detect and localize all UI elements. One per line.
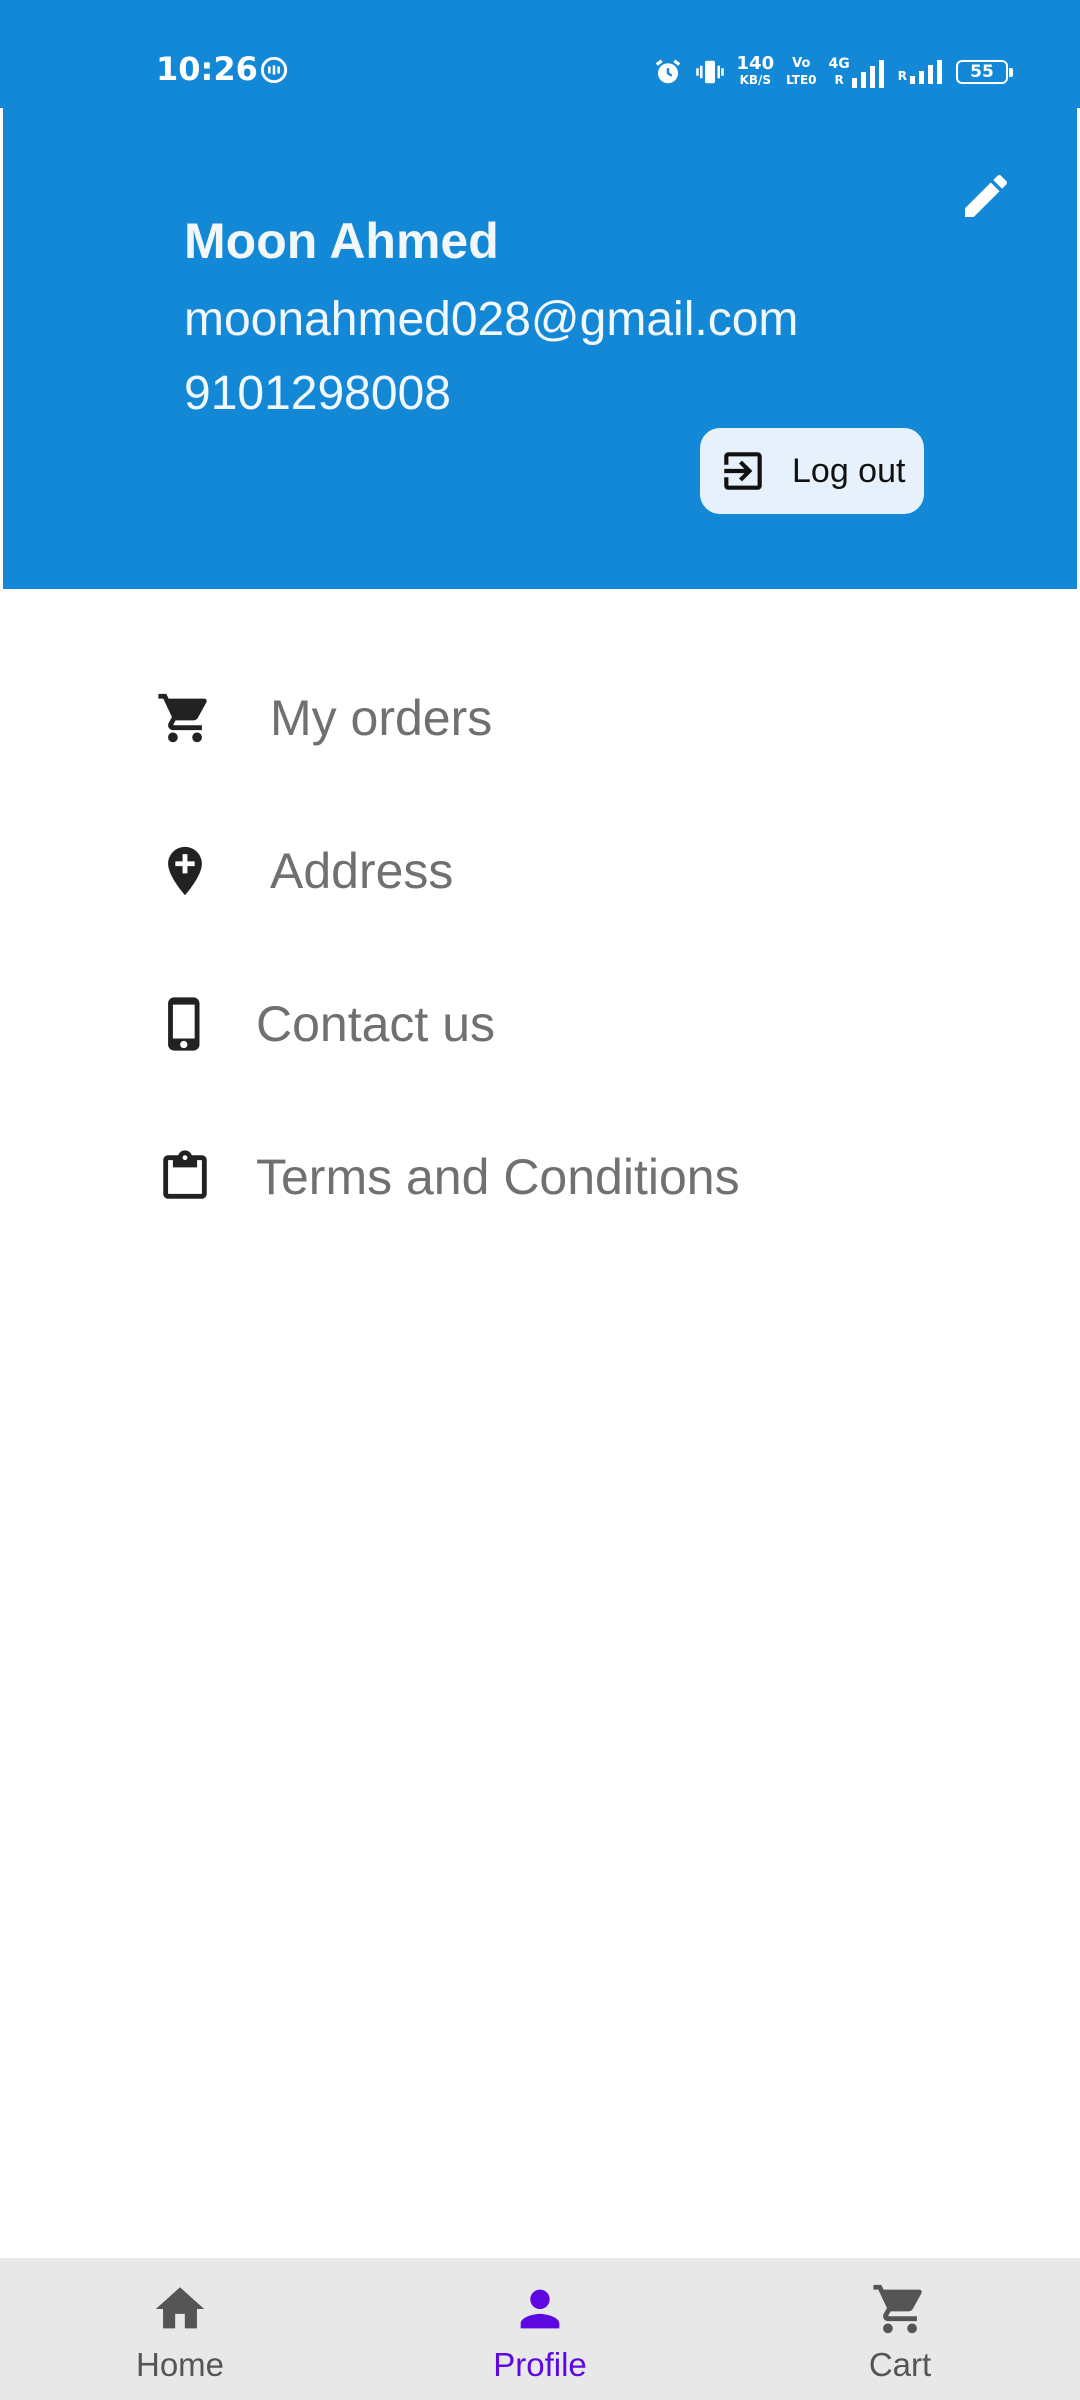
user-name: Moon Ahmed [184, 213, 499, 269]
nav-label-cart: Cart [868, 2346, 932, 2383]
signal-2: R [898, 60, 944, 84]
user-email: moonahmed028@gmail.com [184, 293, 799, 346]
menu-item-terms[interactable]: Terms and Conditions [150, 1117, 950, 1237]
battery-icon: 55 [956, 60, 1013, 84]
menu-item-label: My orders [270, 690, 493, 746]
app-notification-icon [260, 56, 288, 84]
signal-1: 4G R [829, 56, 886, 88]
nav-label-home: Home [135, 2346, 225, 2383]
nav-item-cart[interactable]: Cart [750, 2258, 1050, 2400]
profile-header [3, 108, 1077, 589]
nav-item-home[interactable]: Home [30, 2258, 330, 2400]
logout-button[interactable]: Log out [700, 428, 924, 514]
add-location-icon [150, 836, 220, 906]
network-speed-value: 140 [736, 53, 775, 74]
network-speed: 140 KB/S [736, 53, 775, 88]
volte-indicator: Vo LTE0 [786, 56, 816, 88]
menu-item-label: Terms and Conditions [256, 1149, 740, 1205]
signal-strength-icon [851, 60, 884, 88]
menu-item-contact-us[interactable]: Contact us [150, 964, 950, 1084]
network-speed-unit: KB/S [739, 73, 772, 87]
menu-item-address[interactable]: Address [150, 811, 950, 931]
nav-label-profile: Profile [493, 2346, 587, 2383]
clipboard-icon [150, 1142, 220, 1212]
alarm-icon [655, 59, 680, 84]
menu-item-label: Address [270, 843, 454, 899]
status-bar: 10:26 140 KB/S Vo LTE0 4G R R 55 [0, 0, 1080, 108]
phone-icon [150, 989, 220, 1059]
bottom-navigation: Home Profile Cart [0, 2258, 1080, 2400]
person-icon [520, 2289, 560, 2329]
home-icon [155, 2287, 205, 2329]
edit-icon[interactable] [958, 168, 1014, 224]
vibrate-icon [695, 60, 724, 84]
user-phone: 9101298008 [184, 367, 451, 420]
volte-bottom: LTE0 [786, 73, 817, 87]
logout-icon [724, 452, 762, 490]
network-type: 4G [828, 56, 850, 72]
cart-icon [873, 2284, 922, 2334]
status-icons: 140 KB/S Vo LTE0 4G R R 55 [653, 52, 1013, 92]
signal-strength-icon-2 [910, 60, 942, 84]
volte-top: Vo [792, 56, 811, 71]
battery-level: 55 [970, 62, 994, 82]
roaming-1: R [834, 73, 844, 87]
roaming-2: R [897, 69, 907, 83]
logout-label: Log out [792, 451, 906, 490]
nav-item-profile[interactable]: Profile [390, 2258, 690, 2400]
menu-item-label: Contact us [256, 996, 496, 1052]
cart-icon [150, 683, 220, 753]
status-time: 10:26 [156, 50, 258, 88]
menu-item-my-orders[interactable]: My orders [150, 658, 950, 778]
